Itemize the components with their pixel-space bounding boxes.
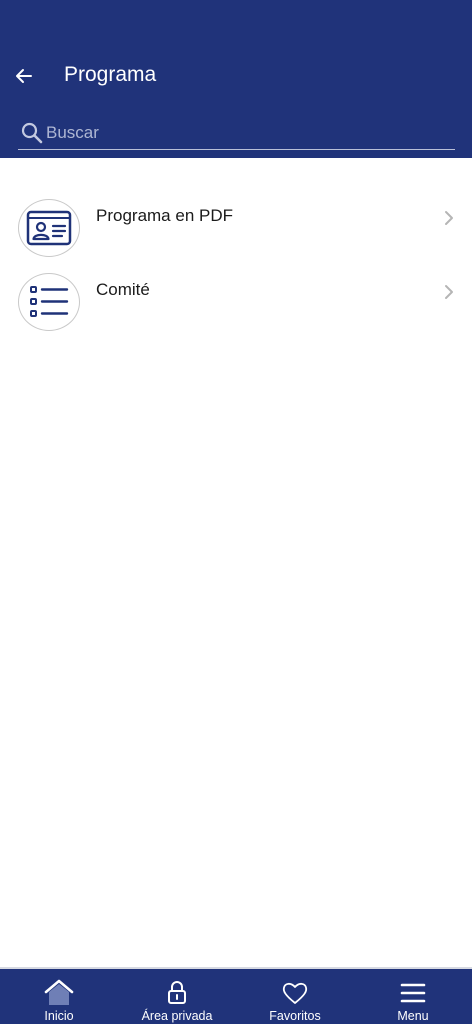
hamburger-icon [398,979,428,1007]
item-avatar [18,199,80,257]
heart-icon [280,979,310,1007]
chevron-right-icon [445,285,453,299]
home-icon [44,979,74,1007]
list-item-label: Comité [96,280,150,299]
list-item-label: Programa en PDF [96,206,233,225]
nav-item-favoritos[interactable]: Favoritos [236,969,354,1024]
nav-item-menu[interactable]: Menu [354,969,472,1024]
search-input[interactable] [44,117,455,148]
id-card-icon [26,210,72,246]
arrow-left-icon [16,69,32,83]
nav-item-area-privada[interactable]: Área privada [118,969,236,1024]
nav-label: Área privada [141,1009,213,1023]
nav-label: Favoritos [269,1009,321,1023]
list-item-programa-pdf[interactable]: Programa en PDF [0,190,472,264]
nav-item-inicio[interactable]: Inicio [0,969,118,1024]
page-title: Programa [64,63,157,86]
search-bar [18,116,455,150]
back-button[interactable] [10,62,38,90]
nav-label: Menu [397,1009,429,1023]
menu-list: Programa en PDF Comité [0,190,472,338]
chevron-right-icon [445,211,453,225]
nav-label: Inicio [44,1009,74,1023]
lock-icon [162,979,192,1007]
list-item-comite[interactable]: Comité [0,264,472,338]
app-header: Programa [0,0,472,158]
list-icon [30,286,69,317]
item-avatar [18,273,80,331]
bottom-navigation: Inicio Área privada Favoritos Menu [0,967,472,1024]
search-icon [21,122,43,143]
